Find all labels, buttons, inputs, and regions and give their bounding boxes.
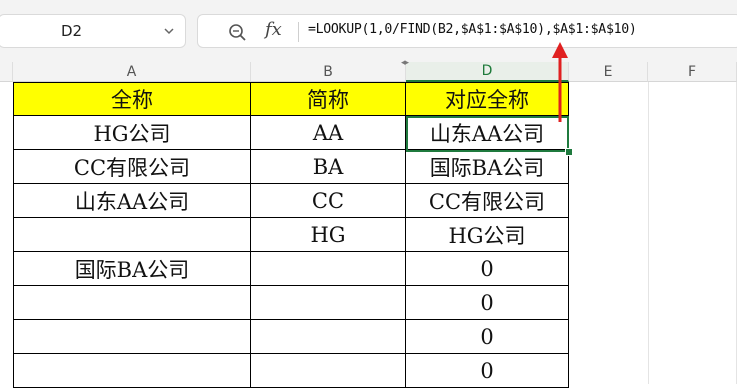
cell-d[interactable]: 0 [406,286,569,320]
cell-b[interactable] [251,286,406,320]
column-header-b[interactable]: B [251,62,406,82]
corner-header[interactable] [0,62,13,82]
cell-b[interactable]: HG [251,218,406,252]
cell-d[interactable]: 0 [406,320,569,354]
cell-a[interactable]: HG公司 [13,116,251,150]
cell-a[interactable] [13,320,251,354]
cell-d[interactable]: HG公司 [406,218,569,252]
cell-reference: D2 [61,22,83,40]
cell-b[interactable]: BA [251,150,406,184]
chevron-down-icon[interactable] [163,23,175,43]
divider [298,22,299,42]
cell-b[interactable] [251,354,406,388]
cell-a[interactable] [13,354,251,388]
cell-b[interactable] [251,252,406,286]
toolbar-area: D2 fx =LOOKUP(1,0/FIND(B2,$A$1:$A$10),$A… [0,0,737,62]
column-header-e[interactable]: E [569,62,648,82]
cell-d[interactable]: 国际BA公司 [406,150,569,184]
header-cell-a[interactable]: 全称 [13,82,251,116]
gridline [648,82,649,384]
formula-bar[interactable]: fx =LOOKUP(1,0/FIND(B2,$A$1:$A$10),$A$1:… [197,14,737,48]
up-arrow-annotation [552,42,568,122]
zoom-icon[interactable] [228,23,248,47]
cell-a[interactable]: 国际BA公司 [13,252,251,286]
cell-a[interactable]: 山东AA公司 [13,184,251,218]
cell-d[interactable]: 0 [406,252,569,286]
cell-a[interactable] [13,218,251,252]
cell-b[interactable]: CC [251,184,406,218]
cell-b[interactable] [251,320,406,354]
cell-b[interactable]: AA [251,116,406,150]
column-header-f[interactable]: F [648,62,737,82]
name-box[interactable]: D2 [0,14,186,48]
cell-d[interactable]: CC有限公司 [406,184,569,218]
fx-button[interactable]: fx [265,19,282,40]
header-cell-b[interactable]: 简称 [251,82,406,116]
cell-a[interactable]: CC有限公司 [13,150,251,184]
cell-d[interactable]: 0 [406,354,569,388]
formula-text[interactable]: =LOOKUP(1,0/FIND(B2,$A$1:$A$10),$A$1:$A$… [308,22,637,37]
hidden-column-indicator[interactable]: ◂▸ [401,58,409,68]
column-header-a[interactable]: A [13,62,251,82]
cell-a[interactable] [13,286,251,320]
fill-handle[interactable] [565,148,573,156]
